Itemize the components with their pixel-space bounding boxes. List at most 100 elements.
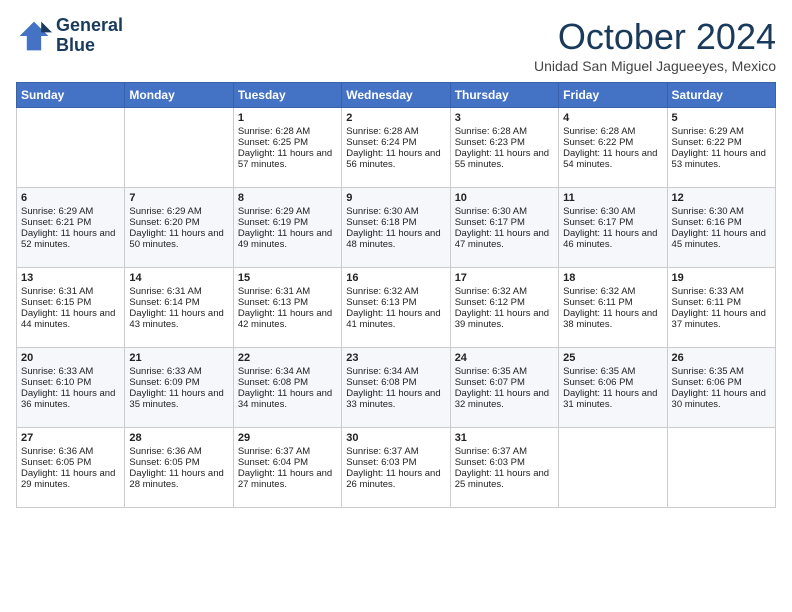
daylight-text: Daylight: 11 hours and 30 minutes. [672, 388, 771, 410]
sunset-text: Sunset: 6:22 PM [563, 137, 662, 148]
sunset-text: Sunset: 6:23 PM [455, 137, 554, 148]
daylight-text: Daylight: 11 hours and 39 minutes. [455, 308, 554, 330]
calendar-week-row: 27Sunrise: 6:36 AMSunset: 6:05 PMDayligh… [17, 428, 776, 508]
calendar-cell: 31Sunrise: 6:37 AMSunset: 6:03 PMDayligh… [450, 428, 558, 508]
sunrise-text: Sunrise: 6:29 AM [238, 206, 337, 217]
day-number: 20 [21, 352, 120, 364]
day-number: 29 [238, 432, 337, 444]
calendar-cell: 27Sunrise: 6:36 AMSunset: 6:05 PMDayligh… [17, 428, 125, 508]
daylight-text: Daylight: 11 hours and 27 minutes. [238, 468, 337, 490]
calendar-cell: 28Sunrise: 6:36 AMSunset: 6:05 PMDayligh… [125, 428, 233, 508]
sunrise-text: Sunrise: 6:33 AM [129, 366, 228, 377]
sunset-text: Sunset: 6:08 PM [346, 377, 445, 388]
sunset-text: Sunset: 6:03 PM [346, 457, 445, 468]
daylight-text: Daylight: 11 hours and 48 minutes. [346, 228, 445, 250]
day-of-week-header: Tuesday [233, 83, 341, 108]
sunset-text: Sunset: 6:19 PM [238, 217, 337, 228]
calendar-week-row: 6Sunrise: 6:29 AMSunset: 6:21 PMDaylight… [17, 188, 776, 268]
calendar-cell: 3Sunrise: 6:28 AMSunset: 6:23 PMDaylight… [450, 108, 558, 188]
sunrise-text: Sunrise: 6:28 AM [455, 126, 554, 137]
calendar-cell: 11Sunrise: 6:30 AMSunset: 6:17 PMDayligh… [559, 188, 667, 268]
day-number: 30 [346, 432, 445, 444]
calendar-cell: 9Sunrise: 6:30 AMSunset: 6:18 PMDaylight… [342, 188, 450, 268]
sunrise-text: Sunrise: 6:35 AM [672, 366, 771, 377]
day-number: 14 [129, 272, 228, 284]
sunrise-text: Sunrise: 6:29 AM [21, 206, 120, 217]
sunrise-text: Sunrise: 6:34 AM [346, 366, 445, 377]
calendar-cell: 18Sunrise: 6:32 AMSunset: 6:11 PMDayligh… [559, 268, 667, 348]
calendar-cell: 19Sunrise: 6:33 AMSunset: 6:11 PMDayligh… [667, 268, 775, 348]
daylight-text: Daylight: 11 hours and 42 minutes. [238, 308, 337, 330]
sunrise-text: Sunrise: 6:30 AM [455, 206, 554, 217]
sunset-text: Sunset: 6:14 PM [129, 297, 228, 308]
daylight-text: Daylight: 11 hours and 41 minutes. [346, 308, 445, 330]
calendar-table: SundayMondayTuesdayWednesdayThursdayFrid… [16, 82, 776, 508]
calendar-cell: 29Sunrise: 6:37 AMSunset: 6:04 PMDayligh… [233, 428, 341, 508]
sunset-text: Sunset: 6:11 PM [563, 297, 662, 308]
calendar-cell: 17Sunrise: 6:32 AMSunset: 6:12 PMDayligh… [450, 268, 558, 348]
daylight-text: Daylight: 11 hours and 31 minutes. [563, 388, 662, 410]
calendar-cell: 20Sunrise: 6:33 AMSunset: 6:10 PMDayligh… [17, 348, 125, 428]
calendar-cell: 14 Sunrise: 6:31 AMSunset: 6:14 PMDayligh… [125, 268, 233, 348]
day-number: 18 [563, 272, 662, 284]
daylight-text: Daylight: 11 hours and 49 minutes. [238, 228, 337, 250]
sunset-text: Sunset: 6:22 PM [672, 137, 771, 148]
location-subtitle: Unidad San Miguel Jagueeyes, Mexico [534, 58, 776, 74]
calendar-cell: 10Sunrise: 6:30 AMSunset: 6:17 PMDayligh… [450, 188, 558, 268]
sunset-text: Sunset: 6:16 PM [672, 217, 771, 228]
day-number: 10 [455, 192, 554, 204]
day-number: 7 [129, 192, 228, 204]
day-number: 1 [238, 112, 337, 124]
calendar-cell: 16Sunrise: 6:32 AMSunset: 6:13 PMDayligh… [342, 268, 450, 348]
calendar-cell: 7Sunrise: 6:29 AMSunset: 6:20 PMDaylight… [125, 188, 233, 268]
sunrise-text: Sunrise: 6:31 AM [129, 286, 228, 297]
sunrise-text: Sunrise: 6:31 AM [21, 286, 120, 297]
daylight-text: Daylight: 11 hours and 50 minutes. [129, 228, 228, 250]
day-number: 13 [21, 272, 120, 284]
day-number: 22 [238, 352, 337, 364]
sunrise-text: Sunrise: 6:28 AM [238, 126, 337, 137]
day-number: 6 [21, 192, 120, 204]
daylight-text: Daylight: 11 hours and 29 minutes. [21, 468, 120, 490]
calendar-cell: 8Sunrise: 6:29 AMSunset: 6:19 PMDaylight… [233, 188, 341, 268]
day-of-week-header: Friday [559, 83, 667, 108]
day-number: 15 [238, 272, 337, 284]
daylight-text: Daylight: 11 hours and 25 minutes. [455, 468, 554, 490]
daylight-text: Daylight: 11 hours and 43 minutes. [129, 308, 228, 330]
day-number: 5 [672, 112, 771, 124]
day-number: 4 [563, 112, 662, 124]
calendar-cell: 4Sunrise: 6:28 AMSunset: 6:22 PMDaylight… [559, 108, 667, 188]
daylight-text: Daylight: 11 hours and 44 minutes. [21, 308, 120, 330]
calendar-cell: 5Sunrise: 6:29 AMSunset: 6:22 PMDaylight… [667, 108, 775, 188]
daylight-text: Daylight: 11 hours and 45 minutes. [672, 228, 771, 250]
sunset-text: Sunset: 6:20 PM [129, 217, 228, 228]
sunset-text: Sunset: 6:12 PM [455, 297, 554, 308]
calendar-cell [125, 108, 233, 188]
sunset-text: Sunset: 6:05 PM [21, 457, 120, 468]
daylight-text: Daylight: 11 hours and 52 minutes. [21, 228, 120, 250]
day-number: 24 [455, 352, 554, 364]
month-title: October 2024 [534, 16, 776, 58]
sunrise-text: Sunrise: 6:28 AM [346, 126, 445, 137]
sunrise-text: Sunrise: 6:30 AM [672, 206, 771, 217]
calendar-cell: 13Sunrise: 6:31 AMSunset: 6:15 PMDayligh… [17, 268, 125, 348]
daylight-text: Daylight: 11 hours and 26 minutes. [346, 468, 445, 490]
day-of-week-header: Wednesday [342, 83, 450, 108]
sunrise-text: Sunrise: 6:32 AM [346, 286, 445, 297]
day-number: 25 [563, 352, 662, 364]
sunset-text: Sunset: 6:06 PM [563, 377, 662, 388]
sunrise-text: Sunrise: 6:37 AM [455, 446, 554, 457]
calendar-cell: 2Sunrise: 6:28 AMSunset: 6:24 PMDaylight… [342, 108, 450, 188]
sunset-text: Sunset: 6:25 PM [238, 137, 337, 148]
calendar-cell: 21Sunrise: 6:33 AMSunset: 6:09 PMDayligh… [125, 348, 233, 428]
day-number: 21 [129, 352, 228, 364]
logo-text: General Blue [56, 16, 123, 56]
sunset-text: Sunset: 6:10 PM [21, 377, 120, 388]
page-header: General Blue October 2024 Unidad San Mig… [16, 16, 776, 74]
day-number: 17 [455, 272, 554, 284]
calendar-cell: 23Sunrise: 6:34 AMSunset: 6:08 PMDayligh… [342, 348, 450, 428]
calendar-cell [667, 428, 775, 508]
sunset-text: Sunset: 6:09 PM [129, 377, 228, 388]
sunset-text: Sunset: 6:07 PM [455, 377, 554, 388]
sunrise-text: Sunrise: 6:36 AM [129, 446, 228, 457]
